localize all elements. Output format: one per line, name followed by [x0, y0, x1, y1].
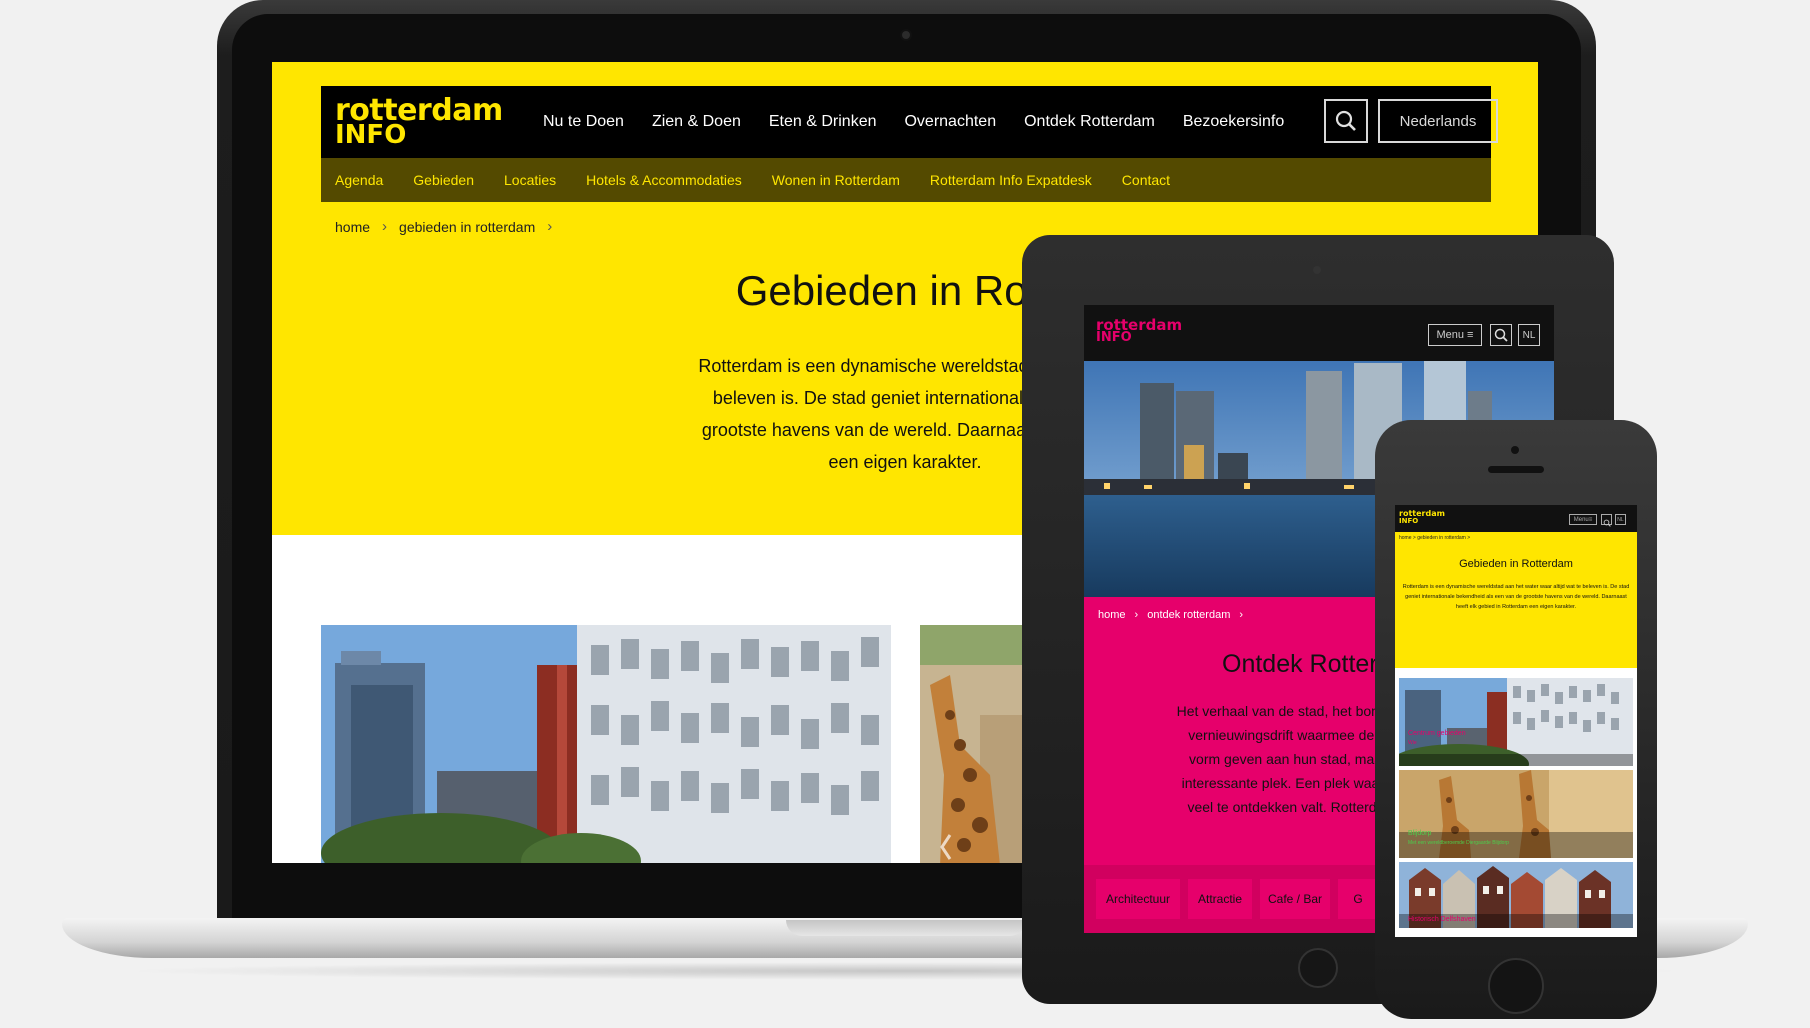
card-caption: Historisch Delfshaven	[1408, 916, 1476, 923]
subnav-item-agenda[interactable]: Agenda	[335, 172, 383, 188]
tag-cafe-bar[interactable]: Cafe / Bar	[1260, 879, 1330, 919]
tablet-breadcrumb: home › ontdek rotterdam ›	[1098, 609, 1252, 621]
card-subcaption: Wie	[1408, 740, 1417, 746]
phone-card-delfshaven[interactable]: Historisch Delfshaven	[1399, 862, 1633, 928]
breadcrumb-gebieden[interactable]: gebieden in rotterdam	[399, 219, 535, 235]
laptop-notch	[786, 920, 1026, 936]
tablet-home-button[interactable]	[1298, 948, 1338, 988]
subnav-item-expatdesk[interactable]: Rotterdam Info Expatdesk	[930, 172, 1092, 188]
phone-intro-section: home > gebieden in rotterdam > Gebieden …	[1395, 532, 1637, 668]
subnav-item-contact[interactable]: Contact	[1122, 172, 1170, 188]
nav-item-eten-drinken[interactable]: Eten & Drinken	[769, 113, 877, 131]
logo-line-2: INFO	[1399, 516, 1419, 525]
breadcrumb: home › gebieden in rotterdam ›	[335, 218, 564, 235]
chevron-right-icon: ›	[547, 218, 553, 235]
nav-item-overnachten[interactable]: Overnachten	[904, 113, 996, 131]
laptop-camera	[900, 29, 912, 41]
card-caption: Centrum gebieden	[1408, 730, 1466, 737]
chevron-right-icon: ›	[1134, 609, 1139, 621]
tablet-logo[interactable]: rotterdam INFO	[1096, 318, 1182, 344]
search-icon	[1494, 328, 1508, 342]
phone-logo[interactable]: rotterdam INFO	[1399, 510, 1445, 525]
phone-home-button[interactable]	[1488, 958, 1544, 1014]
search-icon	[1335, 110, 1356, 131]
phone-content-area: Centrum gebieden Wie Blijdorp Met een we…	[1395, 668, 1637, 937]
site-logo[interactable]: rotterdam INFO	[335, 96, 503, 148]
nav-item-nu-te-doen[interactable]: Nu te Doen	[543, 113, 624, 131]
area-card-centrum[interactable]	[321, 625, 891, 863]
menu-label: Menu	[1573, 516, 1589, 523]
chevron-right-icon: ›	[382, 218, 388, 235]
menu-label: Menu	[1436, 329, 1465, 341]
phone-camera	[1511, 446, 1519, 454]
search-icon	[1603, 519, 1611, 527]
subnav-item-locaties[interactable]: Locaties	[504, 172, 556, 188]
phone-menu-button[interactable]: Menu ≡	[1569, 514, 1597, 525]
phone-card-centrum[interactable]: Centrum gebieden Wie	[1399, 678, 1633, 766]
chevron-right-icon: ›	[1239, 609, 1244, 621]
subnav-item-hotels[interactable]: Hotels & Accommodaties	[586, 172, 742, 188]
phone-screen: rotterdam INFO Menu ≡ NL home > gebieden…	[1395, 505, 1637, 937]
hamburger-icon: ≡	[1588, 516, 1593, 523]
city-buildings-image	[321, 625, 891, 863]
tablet-menu-button[interactable]: Menu ≡	[1428, 324, 1482, 346]
tag-architectuur[interactable]: Architectuur	[1096, 879, 1180, 919]
city-buildings-image	[1399, 678, 1633, 766]
phone-search-button[interactable]	[1601, 514, 1612, 527]
subnav-item-gebieden[interactable]: Gebieden	[413, 172, 474, 188]
phone-breadcrumb[interactable]: home > gebieden in rotterdam >	[1399, 535, 1470, 541]
phone-intro-text: Rotterdam is een dynamische wereldstad a…	[1402, 584, 1630, 610]
breadcrumb-home[interactable]: home	[1098, 609, 1126, 621]
tablet-page-title: Ontdek Rotterd	[1222, 650, 1392, 678]
main-nav: Nu te Doen Zien & Doen Eten & Drinken Ov…	[543, 86, 1312, 158]
sub-nav: Agenda Gebieden Locaties Hotels & Accomm…	[321, 158, 1491, 202]
phone-card-blijdorp[interactable]: Blijdorp Met een wereldberoemde Diergaar…	[1399, 770, 1633, 858]
tablet-search-button[interactable]	[1490, 324, 1512, 346]
tag-g[interactable]: G	[1338, 879, 1378, 919]
breadcrumb-home[interactable]: home	[335, 219, 370, 235]
language-selector[interactable]: Nederlands	[1378, 99, 1498, 143]
tablet-camera	[1313, 266, 1321, 274]
search-button[interactable]	[1324, 99, 1368, 143]
phone-page-title: Gebieden in Rotterdam	[1459, 558, 1573, 570]
tag-attractie[interactable]: Attractie	[1188, 879, 1252, 919]
hamburger-icon: ≡	[1467, 329, 1474, 341]
breadcrumb-ontdek[interactable]: ontdek rotterdam	[1147, 609, 1230, 621]
phone-speaker	[1488, 466, 1544, 473]
phone-language-selector[interactable]: NL	[1615, 514, 1626, 525]
main-header: rotterdam INFO Nu te Doen Zien & Doen Et…	[321, 86, 1498, 158]
subnav-item-wonen[interactable]: Wonen in Rotterdam	[772, 172, 900, 188]
tablet-header: rotterdam INFO Menu ≡ NL	[1084, 305, 1554, 361]
nav-item-bezoekersinfo[interactable]: Bezoekersinfo	[1183, 113, 1284, 131]
nav-item-ontdek-rotterdam[interactable]: Ontdek Rotterdam	[1024, 113, 1155, 131]
nav-item-zien-doen[interactable]: Zien & Doen	[652, 113, 741, 131]
card-subcaption: Met een wereldberoemde Diergaarde Blijdo…	[1408, 840, 1509, 846]
tablet-language-selector[interactable]: NL	[1518, 324, 1540, 346]
card-caption: Blijdorp	[1408, 830, 1432, 837]
